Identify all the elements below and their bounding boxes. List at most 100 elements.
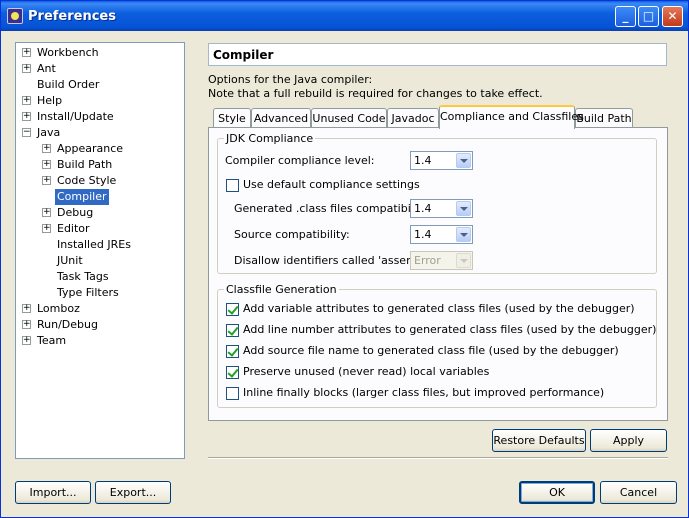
tree-item-run-debug[interactable]: + Run/Debug: [22, 317, 182, 333]
generated-compat-select[interactable]: 1.4: [410, 199, 473, 218]
tree-item-junit[interactable]: JUnit: [42, 253, 182, 269]
tree-item-java[interactable]: − Java: [22, 125, 182, 141]
expand-icon[interactable]: +: [22, 96, 31, 105]
tree-item-build-order[interactable]: Build Order: [22, 77, 182, 93]
expand-icon[interactable]: +: [22, 336, 31, 345]
tab-strip: Style Advanced Unused Code Javadoc Compl…: [208, 105, 668, 129]
page-description-line2: Note that a full rebuild is required for…: [208, 87, 543, 100]
jdk-compliance-group: JDK Compliance Compiler compliance level…: [217, 132, 657, 274]
tree-item-label: Build Order: [37, 78, 100, 91]
tab-advanced[interactable]: Advanced: [251, 108, 311, 129]
tree-item-label: Lomboz: [37, 302, 80, 315]
classfile-generation-legend: Classfile Generation: [224, 283, 339, 296]
tree-item-label: Type Filters: [57, 286, 119, 299]
expand-icon[interactable]: +: [22, 64, 31, 73]
tree-item-label: Help: [37, 94, 63, 107]
expand-icon[interactable]: +: [22, 112, 31, 121]
tree-item-label: Ant: [37, 62, 56, 75]
use-default-compliance-checkbox[interactable]: [226, 179, 239, 192]
divider: [208, 457, 668, 459]
expand-icon[interactable]: +: [22, 320, 31, 329]
minimize-button[interactable]: _: [615, 6, 636, 27]
tree-item-label: Editor: [57, 222, 90, 235]
eclipse-icon: [7, 8, 23, 24]
inline-finally-checkbox[interactable]: [226, 387, 239, 400]
tree-item-build-path[interactable]: + Build Path: [42, 157, 182, 173]
tree-item-workbench[interactable]: + Workbench: [22, 45, 182, 61]
tree-item-debug[interactable]: + Debug: [42, 205, 182, 221]
tree-item-appearance[interactable]: + Appearance: [42, 141, 182, 157]
tree-item-lomboz[interactable]: + Lomboz: [22, 301, 182, 317]
inline-finally-label: Inline finally blocks (larger class file…: [243, 386, 605, 399]
jdk-compliance-legend: JDK Compliance: [224, 132, 316, 145]
tree-item-label: JUnit: [57, 254, 83, 267]
variable-attributes-label: Add variable attributes to generated cla…: [243, 302, 635, 315]
tree-item-label: Team: [37, 334, 67, 347]
tab-javadoc[interactable]: Javadoc: [387, 108, 439, 129]
maximize-button[interactable]: □: [638, 6, 659, 27]
title-bar[interactable]: Preferences _ □ ✕: [1, 1, 688, 31]
import-button[interactable]: Import...: [15, 481, 91, 504]
chevron-down-icon[interactable]: [456, 153, 471, 168]
tree-item-compiler[interactable]: Compiler: [42, 189, 182, 205]
page-title: Compiler: [208, 43, 667, 66]
expand-icon[interactable]: +: [22, 48, 31, 57]
maximize-icon: □: [642, 9, 655, 23]
tree-item-task-tags[interactable]: Task Tags: [42, 269, 182, 285]
tree-item-installed-jres[interactable]: Installed JREs: [42, 237, 182, 253]
expand-icon[interactable]: +: [22, 304, 31, 313]
tree-item-type-filters[interactable]: Type Filters: [42, 285, 182, 301]
classfile-generation-group: Classfile Generation Add variable attrib…: [217, 283, 657, 408]
tab-style[interactable]: Style: [213, 108, 251, 129]
chevron-down-icon[interactable]: [456, 201, 471, 216]
tree-item-ant[interactable]: + Ant: [22, 61, 182, 77]
source-compat-label: Source compatibility:: [234, 228, 350, 241]
disallow-assert-select[interactable]: Error: [410, 251, 473, 270]
tree-item-label: Task Tags: [57, 270, 109, 283]
chevron-down-icon[interactable]: [456, 227, 471, 242]
tree-item-label: Installed JREs: [57, 238, 131, 251]
generated-compat-label: Generated .class files compatibility:: [234, 202, 431, 215]
expand-icon[interactable]: +: [42, 176, 51, 185]
tree-item-label: Workbench: [37, 46, 99, 59]
tree-item-label: Install/Update: [37, 110, 114, 123]
expand-icon[interactable]: +: [42, 144, 51, 153]
apply-button[interactable]: Apply: [590, 429, 667, 452]
tree-item-label: Build Path: [57, 158, 113, 171]
source-compat-value: 1.4: [414, 228, 432, 241]
expand-icon[interactable]: +: [42, 208, 51, 217]
close-icon: ✕: [667, 9, 678, 23]
preferences-tree[interactable]: + Workbench + Ant Build Order + Help + Install/U…: [15, 42, 185, 459]
line-number-attributes-checkbox[interactable]: [226, 324, 239, 337]
disallow-assert-value: Error: [414, 254, 441, 267]
export-button[interactable]: Export...: [95, 481, 171, 504]
minimize-icon: _: [622, 9, 629, 23]
page-description-line1: Options for the Java compiler:: [208, 73, 373, 86]
tree-item-install-update[interactable]: + Install/Update: [22, 109, 182, 125]
expand-icon[interactable]: +: [42, 160, 51, 169]
preserve-unused-locals-checkbox[interactable]: [226, 366, 239, 379]
preferences-window: Preferences _ □ ✕ + Workbench + Ant Build Or…: [0, 0, 689, 518]
close-button[interactable]: ✕: [662, 6, 683, 27]
tree-item-team[interactable]: + Team: [22, 333, 182, 349]
source-compat-select[interactable]: 1.4: [410, 225, 473, 244]
tree-item-editor[interactable]: + Editor: [42, 221, 182, 237]
cancel-button[interactable]: Cancel: [600, 481, 677, 504]
tab-compliance-and-classfiles[interactable]: Compliance and Classfiles: [439, 105, 584, 129]
tree-item-code-style[interactable]: + Code Style: [42, 173, 182, 189]
variable-attributes-checkbox[interactable]: [226, 303, 239, 316]
tree-item-help[interactable]: + Help: [22, 93, 182, 109]
line-number-attributes-label: Add line number attributes to generated …: [243, 323, 657, 336]
preserve-unused-locals-label: Preserve unused (never read) local varia…: [243, 365, 490, 378]
ok-button[interactable]: OK: [519, 481, 595, 504]
window-title: Preferences: [28, 9, 116, 24]
tree-item-label: Code Style: [57, 174, 117, 187]
collapse-icon[interactable]: −: [22, 128, 31, 137]
source-file-name-checkbox[interactable]: [226, 345, 239, 358]
restore-defaults-button[interactable]: Restore Defaults: [492, 429, 586, 452]
chevron-down-icon[interactable]: [456, 253, 471, 268]
expand-icon[interactable]: +: [42, 224, 51, 233]
compliance-level-select[interactable]: 1.4: [410, 151, 473, 170]
use-default-compliance-label: Use default compliance settings: [243, 178, 420, 191]
tab-unused-code[interactable]: Unused Code: [311, 108, 387, 129]
